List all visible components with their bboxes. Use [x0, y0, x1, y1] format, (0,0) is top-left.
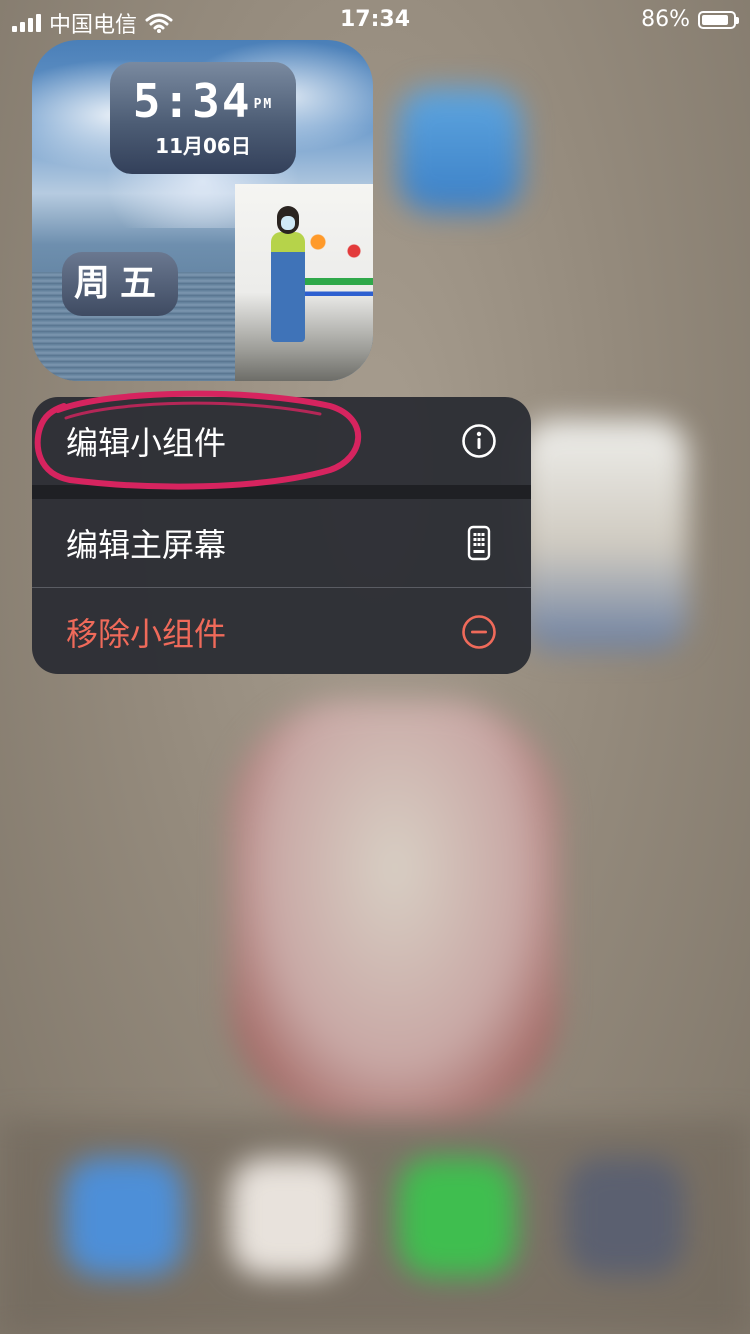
clock-panel: 5:34 PM 11月06日	[110, 62, 296, 174]
photo-widget-blur	[520, 420, 688, 650]
battery-percent: 86%	[641, 7, 690, 32]
messages-app-blur	[398, 1158, 516, 1276]
battery-icon	[698, 10, 739, 29]
status-time: 17:34	[339, 7, 411, 32]
wallpaper-figure-blur	[230, 700, 560, 1120]
safari-app-blur	[65, 1158, 183, 1276]
remove-widget-item[interactable]: 移除小组件	[32, 588, 531, 674]
widget-clock: 5:34 PM	[110, 74, 296, 128]
portrait-photo	[235, 184, 373, 381]
weather-app-blur	[398, 88, 522, 212]
widget-weekday: 周五	[62, 252, 178, 316]
app-icon-blur	[230, 1158, 348, 1276]
widget-context-menu: 编辑小组件 编辑主屏幕 移除小组件	[32, 397, 531, 674]
photo-clock-widget[interactable]: 5:34 PM 11月06日 周五	[32, 40, 373, 381]
settings-app-blur	[566, 1158, 684, 1276]
phone-grid-icon	[461, 525, 497, 561]
person-figure	[271, 232, 305, 342]
status-bar: 中国电信 17:34 86%	[0, 0, 750, 40]
menu-section-gap	[32, 485, 531, 499]
widget-date: 11月06日	[155, 134, 251, 158]
remove-widget-label: 移除小组件	[66, 615, 227, 653]
edit-home-screen-label: 编辑主屏幕	[66, 526, 227, 564]
status-right: 86%	[641, 7, 739, 32]
widget-ampm: PM	[253, 97, 274, 112]
edit-widget-label: 编辑小组件	[66, 424, 227, 462]
minus-circle-icon	[461, 614, 497, 650]
info-icon	[461, 423, 497, 459]
edit-widget-item[interactable]: 编辑小组件	[32, 397, 531, 485]
person-mask	[281, 216, 295, 230]
edit-home-screen-item[interactable]: 编辑主屏幕	[32, 499, 531, 587]
battery-fill	[702, 14, 728, 25]
widget-time: 5:34	[132, 74, 252, 128]
